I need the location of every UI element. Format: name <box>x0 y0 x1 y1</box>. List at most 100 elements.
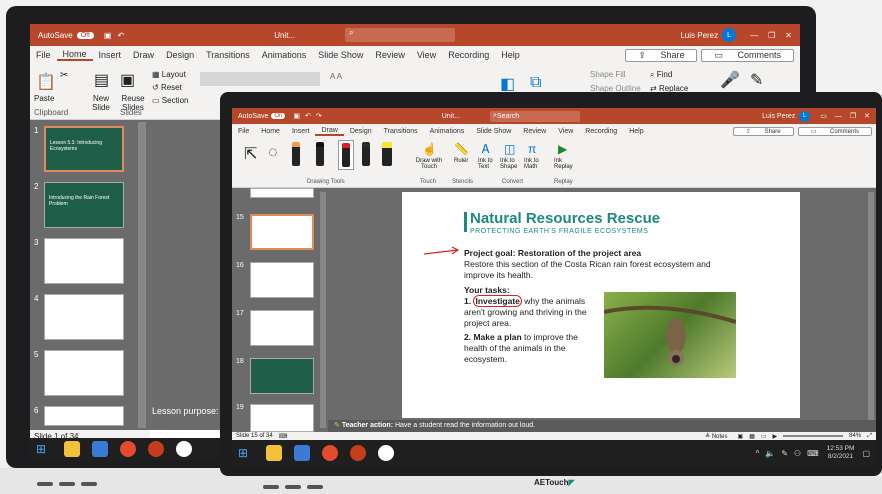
ribbon-display-icon[interactable]: ▭ <box>820 112 827 120</box>
windows-start-icon[interactable]: ⊞ <box>36 441 52 457</box>
new-slide-button[interactable]: New Slide <box>86 94 116 112</box>
tab-view[interactable]: View <box>411 50 442 60</box>
ink-to-math-button[interactable]: Ink to Math <box>524 158 550 170</box>
user-name[interactable]: Luis Perez <box>762 113 795 120</box>
tab-file[interactable]: File <box>232 128 255 135</box>
tab-slide-show[interactable]: Slide Show <box>470 128 517 135</box>
arrange-icon[interactable]: ⧉ <box>530 74 541 92</box>
zoom-slider[interactable] <box>783 435 844 437</box>
tab-animations[interactable]: Animations <box>424 128 471 135</box>
ink-replay-icon[interactable]: ▶ <box>558 142 567 156</box>
tab-help[interactable]: Help <box>495 50 526 60</box>
slide-thumbnail-1[interactable]: Lesson 5.3: Introducing Ecosystems <box>44 126 124 172</box>
pen-icon[interactable]: ✎ <box>781 449 788 458</box>
powerpoint-icon[interactable] <box>350 445 366 461</box>
windows-start-icon[interactable]: ⊞ <box>238 445 254 461</box>
ink-to-shape-button[interactable]: Ink to Shape <box>500 158 524 170</box>
tab-recording[interactable]: Recording <box>579 128 623 135</box>
tab-insert[interactable]: Insert <box>93 50 128 60</box>
tab-design[interactable]: Design <box>160 50 200 60</box>
font-name-box[interactable] <box>200 72 320 86</box>
app-icon[interactable] <box>176 441 192 457</box>
comments-button[interactable]: ▭ Comments <box>797 126 872 136</box>
fit-slide-icon[interactable]: ⤢ <box>867 433 872 440</box>
search-box[interactable]: ⌕ <box>345 28 456 42</box>
cut-icon[interactable]: ✂ <box>60 70 68 81</box>
clock[interactable]: 12:53 PM 8/2/2021 <box>827 445 855 461</box>
tab-view[interactable]: View <box>552 128 579 135</box>
slide-thumbnail-18[interactable] <box>250 358 314 394</box>
notifications-icon[interactable]: ▢ <box>862 449 870 458</box>
reuse-slides-icon[interactable]: ▣ <box>120 70 135 90</box>
section-button[interactable]: ▭ Section <box>152 96 188 105</box>
paste-button[interactable]: Paste <box>34 94 54 103</box>
close-icon[interactable]: ✕ <box>785 31 792 40</box>
undo-icon[interactable]: ↶ <box>305 112 311 120</box>
dictate-icon[interactable]: 🎤 <box>720 70 740 90</box>
ruler-button[interactable]: Ruler <box>454 158 468 164</box>
app-icon[interactable] <box>378 445 394 461</box>
shapes-icon[interactable]: ◧ <box>500 74 515 94</box>
slideshow-view-icon[interactable]: ▶ <box>773 433 778 440</box>
tab-review[interactable]: Review <box>517 128 552 135</box>
thumbnail-scrollbar[interactable] <box>320 192 326 428</box>
chrome-icon[interactable] <box>322 445 338 461</box>
paste-icon[interactable]: 📋 <box>36 72 56 92</box>
file-explorer-icon[interactable] <box>266 445 282 461</box>
ink-replay-button[interactable]: Ink Replay <box>554 158 580 170</box>
tab-insert[interactable]: Insert <box>286 128 316 135</box>
ruler-icon[interactable]: 📏 <box>454 142 469 156</box>
tab-slide-show[interactable]: Slide Show <box>312 50 369 60</box>
powerpoint-icon[interactable] <box>148 441 164 457</box>
redo-icon[interactable]: ↷ <box>316 112 322 120</box>
slide-thumbnail-19[interactable] <box>250 404 314 432</box>
tab-home[interactable]: Home <box>56 49 93 61</box>
autosave-toggle[interactable]: Off <box>76 31 94 39</box>
slide-sorter-icon[interactable]: ▦ <box>749 433 755 440</box>
find-button[interactable]: ⌕ Find <box>650 70 672 80</box>
reading-view-icon[interactable]: ▭ <box>761 433 767 440</box>
pen-orange-icon[interactable] <box>292 142 300 166</box>
slide-scrollbar[interactable] <box>868 192 874 420</box>
slide-thumbnail-4[interactable] <box>44 294 124 340</box>
slide-thumbnail-16[interactable] <box>250 262 314 298</box>
accessibility-icon[interactable]: ⌨ <box>279 433 288 440</box>
tab-recording[interactable]: Recording <box>442 50 495 60</box>
tab-animations[interactable]: Animations <box>256 50 313 60</box>
search-box[interactable]: ⌕ Search <box>490 110 581 122</box>
tab-transitions[interactable]: Transitions <box>200 50 256 60</box>
notes-pane[interactable]: ✎ Teacher action: Have a student read th… <box>328 420 876 432</box>
slide-thumbnail-5[interactable] <box>44 350 124 396</box>
undo-icon[interactable]: ↶ <box>117 31 124 40</box>
draw-with-touch-icon[interactable]: ☝ <box>422 142 437 156</box>
close-icon[interactable]: ✕ <box>864 112 870 120</box>
keyboard-icon[interactable]: ⌨ <box>807 449 819 458</box>
lasso-icon[interactable]: ◌ <box>268 144 278 162</box>
minimize-icon[interactable]: — <box>835 113 842 120</box>
save-icon[interactable]: ▣ <box>293 112 300 120</box>
tab-transitions[interactable]: Transitions <box>378 128 424 135</box>
select-cursor-icon[interactable]: ⇱ <box>244 144 257 164</box>
slide-thumbnail-6[interactable] <box>44 406 124 426</box>
layout-button[interactable]: ▦ Layout <box>152 70 186 79</box>
normal-view-icon[interactable]: ▣ <box>738 433 744 440</box>
file-explorer-icon[interactable] <box>64 441 80 457</box>
chrome-icon[interactable] <box>120 441 136 457</box>
pen-red-selected[interactable] <box>338 140 354 170</box>
restore-icon[interactable]: ❐ <box>850 112 856 120</box>
share-button[interactable]: ⇪ Share <box>732 126 794 136</box>
zoom-level[interactable]: 84% <box>849 433 861 439</box>
tab-file[interactable]: File <box>30 50 57 60</box>
slide-thumbnail-2[interactable]: Introducing the Rain Forest Problem <box>44 182 124 228</box>
ink-to-shape-icon[interactable]: ◫ <box>504 142 515 156</box>
share-button[interactable]: ⇪ Share <box>625 48 698 62</box>
tab-design[interactable]: Design <box>344 128 378 135</box>
slide-thumbnail-15[interactable] <box>250 214 314 250</box>
notes-button[interactable]: ≜ Notes <box>705 433 727 440</box>
minimize-icon[interactable]: — <box>750 31 758 40</box>
tab-help[interactable]: Help <box>623 128 649 135</box>
tab-draw[interactable]: Draw <box>315 127 344 136</box>
ink-to-text-button[interactable]: Ink to Text <box>478 158 500 170</box>
ink-to-text-icon[interactable]: Ꭺ <box>482 142 490 157</box>
user-name[interactable]: Luis Perez <box>680 31 718 40</box>
